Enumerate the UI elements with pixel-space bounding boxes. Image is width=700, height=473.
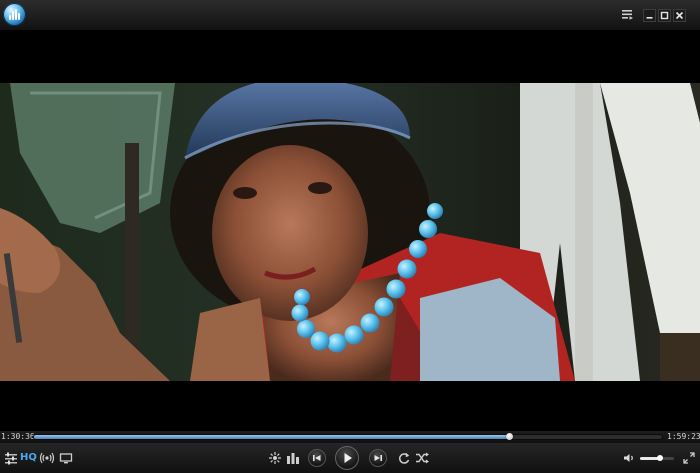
close-icon [675, 11, 684, 20]
equalizer-settings-icon[interactable] [3, 450, 19, 466]
play-icon [344, 453, 352, 463]
previous-button[interactable] [308, 449, 326, 467]
minimize-button[interactable] [643, 9, 656, 22]
video-area[interactable] [0, 31, 700, 431]
volume-thumb[interactable] [657, 455, 664, 461]
volume-icon[interactable] [621, 450, 637, 466]
minimize-icon [646, 17, 653, 19]
previous-icon [313, 455, 321, 461]
video-frame[interactable] [0, 83, 700, 381]
playlist-icon[interactable] [620, 8, 636, 24]
repeat-icon[interactable] [396, 450, 412, 466]
maximize-icon [660, 11, 669, 20]
elapsed-time: 1:30:36 [1, 432, 35, 441]
shuffle-icon[interactable] [414, 450, 430, 466]
hq-toggle[interactable]: HQ [20, 452, 37, 463]
seek-track[interactable] [34, 433, 662, 440]
next-icon [374, 455, 382, 461]
maximize-button[interactable] [658, 9, 671, 22]
total-duration: 1:59:23 [667, 432, 700, 441]
screen-icon[interactable] [58, 450, 74, 466]
close-button[interactable] [673, 9, 686, 22]
play-button[interactable] [335, 446, 359, 470]
chapters-icon[interactable] [285, 450, 301, 466]
seek-bar[interactable]: 1:30:36 1:59:23 [0, 431, 700, 443]
effects-icon[interactable] [267, 450, 283, 466]
seek-progress-fill [34, 435, 509, 439]
broadcast-icon[interactable] [39, 450, 55, 466]
next-button[interactable] [369, 449, 387, 467]
title-bar[interactable] [0, 0, 700, 31]
control-bar: HQ [0, 443, 700, 473]
volume-slider[interactable] [640, 455, 674, 461]
app-logo[interactable] [3, 3, 26, 26]
seek-thumb[interactable] [505, 433, 513, 440]
fullscreen-icon[interactable] [682, 451, 698, 467]
media-player-window: 1:30:36 1:59:23 HQ [0, 0, 700, 473]
